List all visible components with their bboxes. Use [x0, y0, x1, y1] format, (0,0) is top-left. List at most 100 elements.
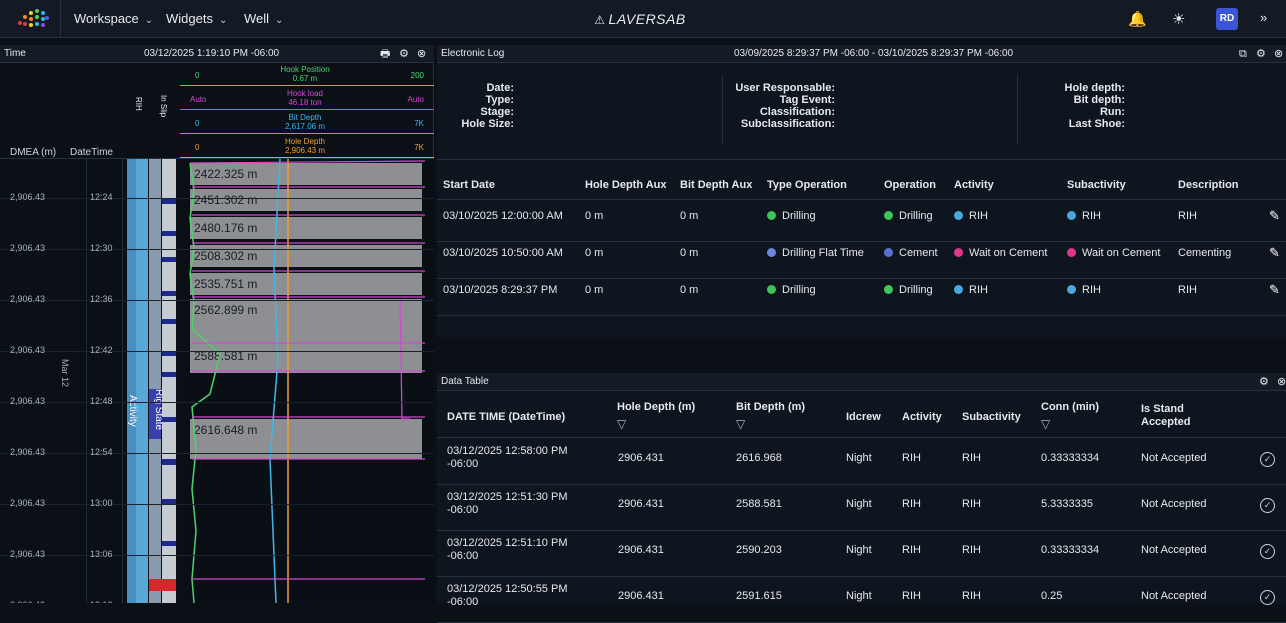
conn-cell: 5.3333335 — [1041, 498, 1093, 510]
column-header[interactable]: Hole Depth Aux — [585, 179, 667, 191]
hole-depth-aux: 0 m — [585, 247, 604, 259]
curve-plot[interactable] — [180, 159, 434, 603]
track-name: Bit Depth — [288, 113, 322, 122]
close-icon[interactable]: ⊗ — [1274, 45, 1283, 63]
column-header[interactable]: Start Date — [443, 179, 495, 191]
copy-icon[interactable]: ⧉ — [1239, 45, 1247, 63]
dmea-value: 2,906.43 — [10, 498, 46, 508]
subactivity-cell: RIH — [962, 498, 981, 510]
slip-mark — [162, 291, 176, 296]
status-text: Cement — [899, 247, 938, 259]
table-row[interactable]: 03/12/2025 12:50:55 PM -06:00 2906.431 259… — [437, 577, 1286, 623]
time-log-panel: Time 03/12/2025 1:19:10 PM -06:00 🖶 ⚙ ⊗ … — [0, 45, 434, 603]
table-row[interactable]: 03/10/2025 8:29:37 PM 0 m 0 m Drilling Drill… — [437, 280, 1286, 316]
double-chevron-down-icon[interactable]: » — [1260, 10, 1267, 25]
time-value: 13:06 — [90, 549, 113, 559]
column-header[interactable]: Is Stand Accepted — [1141, 403, 1201, 429]
close-icon[interactable]: ⊗ — [417, 45, 426, 63]
bit-depth-cell: 2591.615 — [736, 590, 782, 602]
status-cell: Drilling Flat Time — [767, 247, 864, 259]
close-icon[interactable]: ⊗ — [1277, 373, 1286, 391]
slip-mark — [162, 199, 176, 204]
status-cell: Drilling — [884, 210, 933, 222]
brand-logo: ⚠ LAVERSAB — [560, 0, 720, 38]
table-row[interactable]: 03/10/2025 12:00:00 AM 0 m 0 m Drilling Dril… — [437, 206, 1286, 242]
hole-depth-track[interactable]: 0 Hole Depth 2,906.43 m 7K — [180, 135, 434, 158]
sun-icon[interactable]: ☀ — [1172, 10, 1185, 28]
gear-icon[interactable]: ⚙ — [1259, 373, 1269, 391]
status-text: Drilling — [899, 210, 933, 222]
field-label: Run: — [1099, 106, 1125, 118]
datetime-cell: 03/12/2025 12:51:10 PM -06:00 — [447, 537, 568, 562]
table-row[interactable]: 03/12/2025 12:58:00 PM -06:00 2906.431 261… — [437, 439, 1286, 485]
divider — [437, 199, 1286, 200]
filter-icon[interactable]: ▽ — [736, 417, 745, 431]
curve-line — [189, 160, 426, 580]
track-value: 2,617.06 m — [284, 122, 326, 131]
status-cell: RIH — [1067, 284, 1101, 296]
edit-pencil-icon[interactable]: ✎ — [1269, 282, 1280, 298]
activity-track[interactable] — [136, 159, 148, 603]
check-circle-icon[interactable]: ✓ — [1260, 544, 1275, 559]
check-circle-icon[interactable]: ✓ — [1260, 452, 1275, 467]
widgets-label: Widgets — [166, 11, 213, 26]
dmea-value: 2,906.43 — [10, 192, 46, 202]
column-header[interactable]: Bit Depth Aux — [680, 179, 752, 191]
conn-cell: 0.33333334 — [1041, 544, 1100, 556]
edit-pencil-icon[interactable]: ✎ — [1269, 208, 1280, 224]
bit-depth-aux: 0 m — [680, 210, 699, 222]
gear-icon[interactable]: ⚙ — [1256, 45, 1266, 63]
print-icon[interactable]: 🖶 — [380, 45, 390, 63]
grid-line — [0, 198, 434, 199]
description: RIH — [1178, 210, 1197, 222]
status-cell: Wait on Cement — [954, 247, 1047, 259]
data-table: DATE TIME (DateTime) Hole Depth (m) ▽ Bit D… — [437, 391, 1286, 623]
table-row[interactable]: 03/12/2025 12:51:30 PM -06:00 2906.431 258… — [437, 485, 1286, 531]
status-dot-icon — [954, 211, 963, 220]
well-menu[interactable]: Well ⌄ — [236, 0, 291, 38]
table-row[interactable]: 03/12/2025 12:51:10 PM -06:00 2906.431 259… — [437, 531, 1286, 577]
column-header[interactable]: Operation — [884, 179, 936, 191]
column-header[interactable]: DATE TIME (DateTime) — [447, 411, 607, 424]
grid-line — [0, 555, 434, 556]
curve-line — [269, 159, 281, 603]
status-text: Drilling Flat Time — [782, 247, 864, 259]
column-header[interactable]: Type Operation — [767, 179, 847, 191]
track-min: 0 — [195, 119, 200, 128]
workspace-label: Workspace — [74, 11, 139, 26]
column-header[interactable]: Description — [1178, 179, 1239, 191]
bell-icon[interactable]: 🔔 — [1128, 10, 1147, 28]
time-log-body[interactable]: Mar 12 Activity Rig State 2422.325 m 2451… — [0, 159, 434, 603]
table-row[interactable]: 03/10/2025 10:50:00 AM 0 m 0 m Drilling Fla… — [437, 243, 1286, 279]
subactivity-cell: RIH — [962, 452, 981, 464]
slip-mark — [162, 372, 176, 377]
filter-icon[interactable]: ▽ — [617, 417, 626, 431]
status-dot-icon — [1067, 248, 1076, 257]
hole-depth-aux: 0 m — [585, 284, 604, 296]
electronic-log-table: Start Date Hole Depth Aux Bit Depth Aux Typ… — [437, 161, 1286, 337]
workspace-menu[interactable]: Workspace ⌄ — [66, 0, 161, 38]
column-header[interactable]: Activity — [954, 179, 994, 191]
status-cell: Wait on Cement — [1067, 247, 1160, 259]
edit-pencil-icon[interactable]: ✎ — [1269, 245, 1280, 261]
hole-depth-aux: 0 m — [585, 210, 604, 222]
status-dot-icon — [767, 248, 776, 257]
time-value: 12:48 — [90, 396, 113, 406]
widgets-menu[interactable]: Widgets ⌄ — [158, 0, 235, 38]
status-cell: Drilling — [767, 210, 816, 222]
rih-track-label: RIH — [134, 97, 143, 111]
avatar[interactable]: RD — [1216, 8, 1238, 30]
rig-state-track[interactable] — [149, 159, 161, 603]
filter-icon[interactable]: ▽ — [1041, 417, 1050, 431]
gear-icon[interactable]: ⚙ — [399, 45, 409, 63]
status-cell: Drilling — [884, 284, 933, 296]
column-header[interactable]: Subactivity — [1067, 179, 1126, 191]
field-label: Stage: — [480, 106, 514, 118]
in-slip-track[interactable] — [162, 159, 176, 603]
activity-strip[interactable] — [127, 159, 136, 603]
app-logo-icon[interactable] — [14, 5, 52, 33]
slip-mark — [162, 257, 176, 262]
bit-depth-aux: 0 m — [680, 247, 699, 259]
check-circle-icon[interactable]: ✓ — [1260, 498, 1275, 513]
data-table-header: Data Table ⚙ ⊗ — [437, 373, 1286, 391]
